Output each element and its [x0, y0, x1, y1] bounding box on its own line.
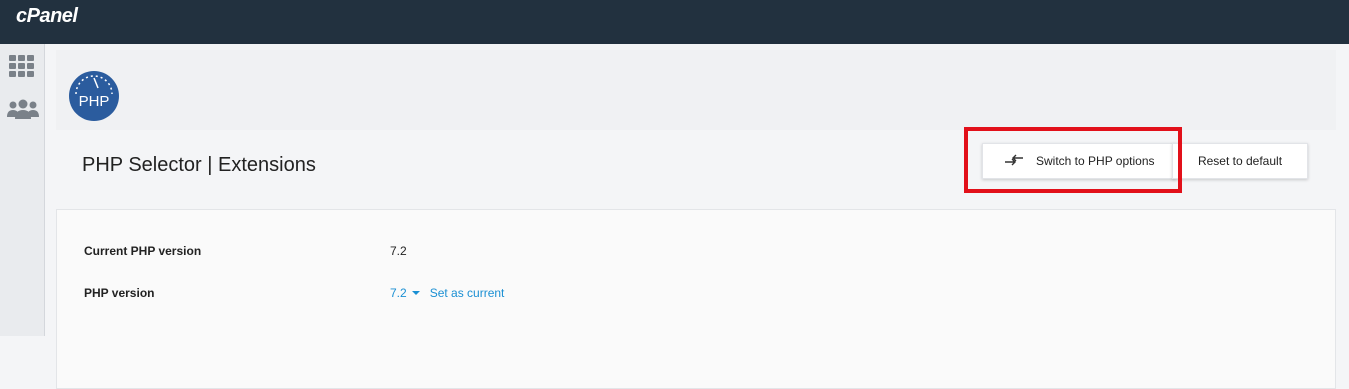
reset-to-default-button[interactable]: Reset to default: [1172, 143, 1308, 179]
left-sidebar: [0, 44, 45, 336]
set-as-current-link[interactable]: Set as current: [430, 286, 505, 300]
reset-button-label: Reset to default: [1197, 154, 1283, 168]
php-version-panel: Current PHP version 7.2 PHP version 7.2 S…: [56, 209, 1336, 389]
page-title: PHP Selector | Extensions: [82, 154, 316, 176]
php-version-dropdown[interactable]: 7.2: [390, 286, 430, 300]
page-banner: PHP: [56, 50, 1336, 130]
highlight-box: [964, 127, 1182, 193]
top-navbar: cPanel: [0, 0, 1349, 44]
main-content: PHP PHP Selector | Extensions Switch to …: [44, 44, 1349, 389]
php-logo-text: PHP: [79, 93, 110, 110]
current-php-version-value: 7.2: [390, 244, 407, 258]
cpanel-logo[interactable]: cPanel: [16, 5, 78, 28]
users-icon[interactable]: [7, 99, 39, 124]
php-version-label: PHP version: [84, 286, 155, 300]
php-version-row: 7.2 Set as current: [390, 286, 504, 300]
grid-icon[interactable]: [9, 55, 35, 82]
php-version-selected: 7.2: [390, 286, 407, 300]
current-php-version-label: Current PHP version: [84, 244, 202, 258]
caret-down-icon: [411, 290, 420, 295]
php-logo-icon: PHP: [68, 70, 120, 127]
